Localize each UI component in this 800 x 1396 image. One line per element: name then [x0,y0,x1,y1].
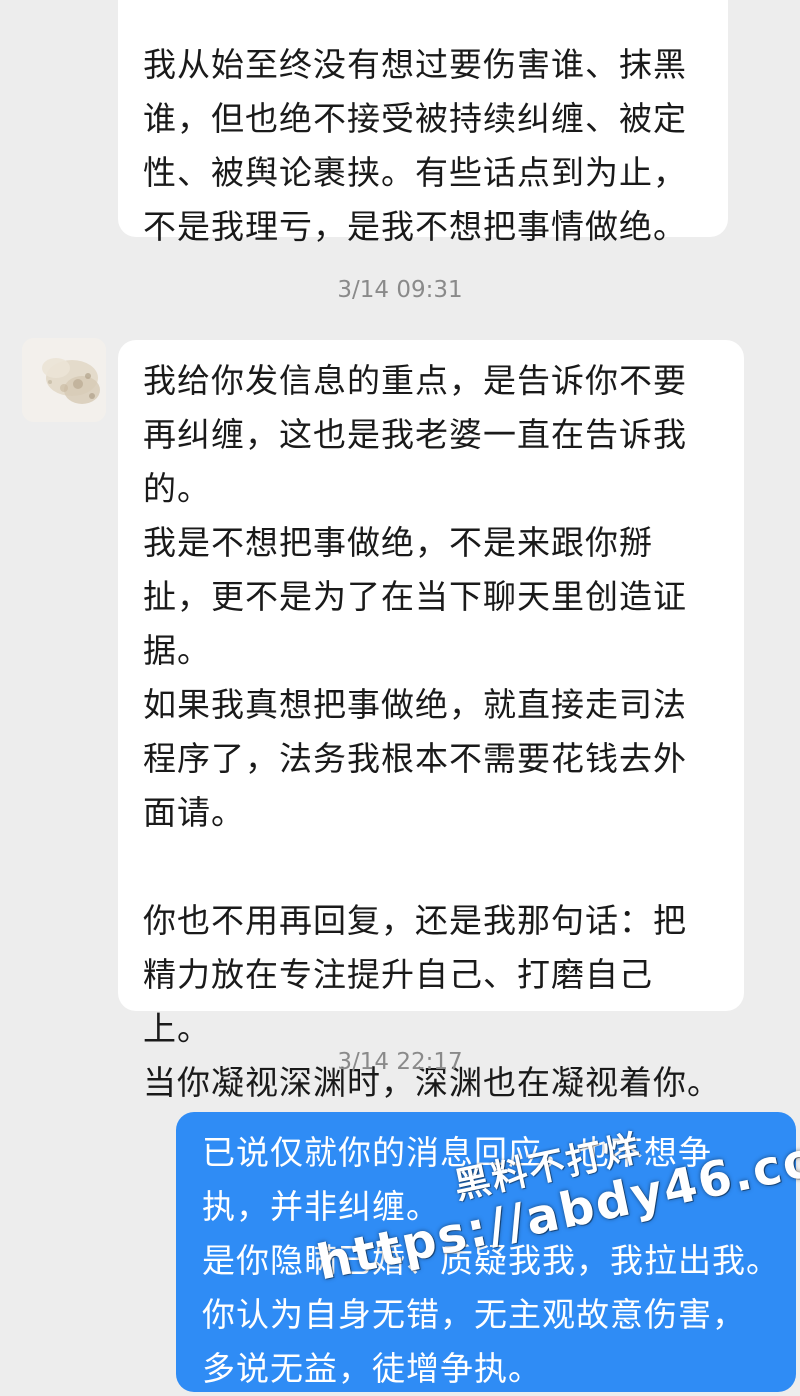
chat-transcript: 我从始至终没有想过要伤害谁、抹黑 谁，但也绝不接受被持续纠缠、被定 性、被舆论裹… [0,0,800,1392]
avatar-image [22,338,106,422]
message-text-line: 程序了，法务我根本不需要花钱去外 [143,739,687,778]
message-text-line: 多说无益，徒增争执。 [202,1349,542,1388]
message-text-line: 的。 [143,469,211,508]
message-text-line: 据。 [143,631,211,670]
message-text-line: 已说仅就你的消息回应，也不想争 [202,1133,712,1172]
message-text-line: 是你隐瞒已婚、质疑我我，我拉出我。 [202,1241,780,1280]
message-text-line: 我是不想把事做绝，不是来跟你掰 [143,523,653,562]
message-text-line: 再纠缠，这也是我老婆一直在告诉我 [143,415,687,454]
message-text-line: 执，并非纠缠。 [202,1187,440,1226]
contact-avatar[interactable] [22,338,106,422]
message-timestamp: 3/14 09:31 [337,277,463,303]
message-text-line: 我给你发信息的重点，是告诉你不要 [143,361,687,400]
message-text-line [143,840,744,894]
message-text-line: 谁，但也绝不接受被持续纠缠、被定 [143,99,687,138]
message-text-line: 你也不用再回复，还是我那句话：把 [143,901,687,940]
message-text-line: 面请。 [143,793,245,832]
message-text-line: 不是我理亏，是我不想把事情做绝。 [143,207,687,246]
message-text-line: 性、被舆论裹挟。有些话点到为止， [143,153,687,192]
message-bubble-incoming[interactable]: 我给你发信息的重点，是告诉你不要 再纠缠，这也是我老婆一直在告诉我 的。 我是不… [118,340,744,1102]
message-bubble-outgoing[interactable]: 已说仅就你的消息回应，也不想争 执，并非纠缠。 是你隐瞒已婚、质疑我我，我拉出我… [176,1112,796,1392]
message-bubble-incoming[interactable]: 我从始至终没有想过要伤害谁、抹黑 谁，但也绝不接受被持续纠缠、被定 性、被舆论裹… [118,0,728,246]
message-text-line: 如果我真想把事做绝，就直接走司法 [143,685,687,724]
message-text-line: 精力放在专注提升自己、打磨自己 [143,955,653,994]
message-text-line: 扯，更不是为了在当下聊天里创造证 [143,577,687,616]
message-text-line: 我从始至终没有想过要伤害谁、抹黑 [143,45,687,84]
message-timestamp: 3/14 22:17 [337,1049,463,1075]
message-text-line: 你认为自身无错，无主观故意伤害， [202,1295,746,1334]
